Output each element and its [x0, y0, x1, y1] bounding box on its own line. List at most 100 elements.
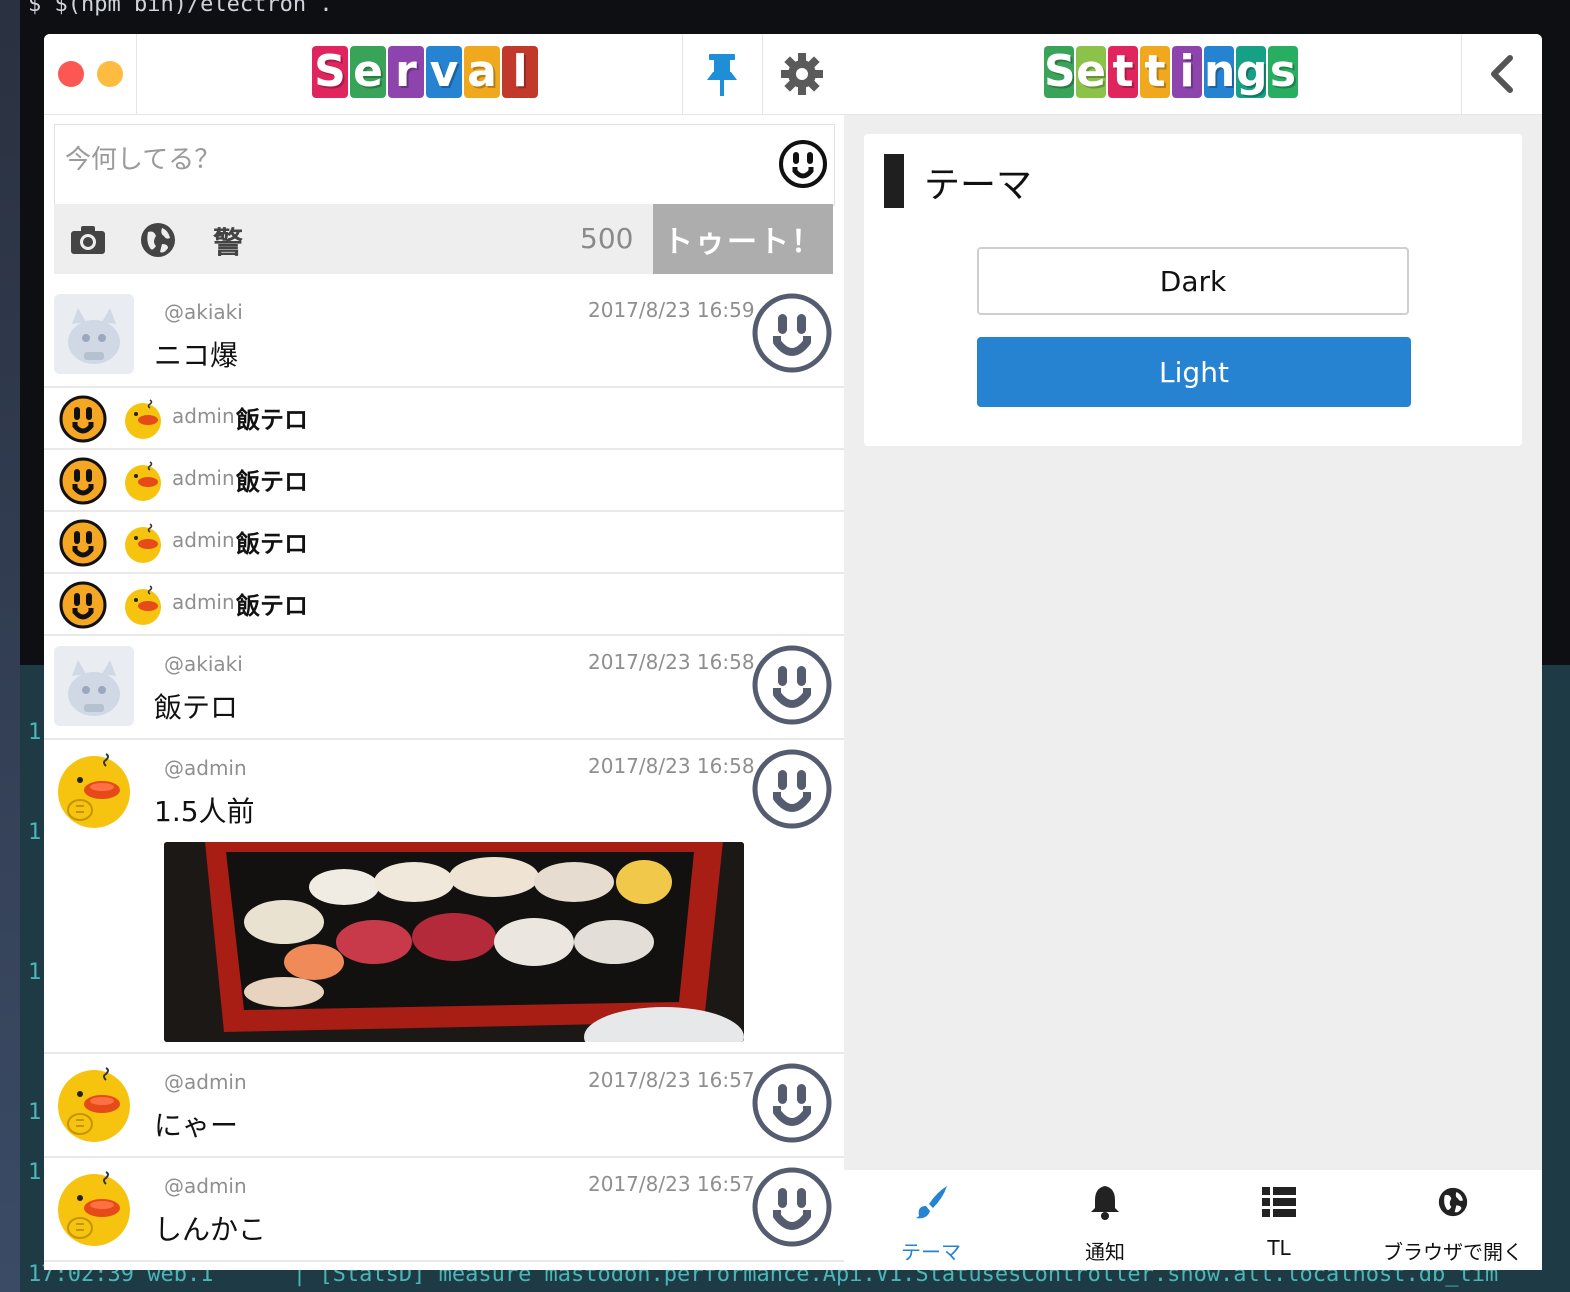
notification-user[interactable]: admin	[172, 404, 235, 428]
status-account[interactable]: @akiaki	[164, 652, 243, 676]
tab-open-browser[interactable]: ブラウザで開く	[1366, 1170, 1540, 1270]
globe-icon	[1438, 1187, 1468, 1217]
avatar[interactable]	[54, 646, 134, 726]
tab-tl-label: TL	[1267, 1236, 1291, 1260]
timeline-list: @akiaki 2017/8/23 16:59 ニコ爆 admin 飯テロ admin 飯テ…	[44, 284, 844, 1262]
avatar[interactable]	[122, 460, 164, 502]
favourite-button[interactable]	[751, 292, 833, 374]
app-logo: Serval	[312, 46, 538, 102]
theme-section-title: テーマ	[924, 165, 1033, 206]
status-account[interactable]: @admin	[164, 756, 247, 780]
tab-theme[interactable]: テーマ	[844, 1170, 1018, 1270]
settings-button[interactable]	[762, 34, 842, 114]
status-row[interactable]: @akiaki 2017/8/23 16:59 ニコ爆	[44, 284, 844, 388]
status-timestamp: 2017/8/23 16:59	[588, 298, 755, 322]
theme-card: テーマ Dark Light	[864, 134, 1522, 446]
app-window: Serval 今何してる？ 警 500 トゥート！ @akiaki 2017/8…	[44, 34, 1542, 1270]
theme-dark-button[interactable]: Dark	[977, 247, 1409, 315]
status-row[interactable]: @akiaki 2017/8/23 16:58 飯テロ	[44, 636, 844, 740]
compose-placeholder: 今何してる？	[65, 145, 221, 175]
bell-icon	[1091, 1186, 1119, 1220]
avatar[interactable]	[54, 1064, 134, 1144]
toot-button[interactable]: トゥート！	[653, 204, 833, 274]
avatar[interactable]	[54, 294, 134, 374]
pin-button[interactable]	[682, 34, 762, 114]
notification-text: 飯テロ	[236, 468, 308, 496]
status-row[interactable]: @admin 2017/8/23 16:57 にゃー	[44, 1054, 844, 1158]
favourite-button[interactable]	[751, 1166, 833, 1248]
favourite-icon	[751, 749, 833, 834]
favourite-icon	[751, 293, 833, 378]
favourite-icon	[751, 1063, 833, 1148]
status-content: にゃー	[154, 1109, 239, 1142]
notification-user[interactable]: admin	[172, 528, 235, 552]
status-account[interactable]: @admin	[164, 1174, 247, 1198]
visibility-button[interactable]	[136, 218, 180, 262]
status-content: しんかこ	[154, 1213, 267, 1246]
status-row[interactable]: @admin 2017/8/23 16:58 1.5人前	[44, 740, 844, 1054]
notification-text: 飯テロ	[236, 592, 308, 620]
brush-icon	[915, 1186, 947, 1219]
compose-textarea[interactable]: 今何してる？	[54, 124, 835, 206]
favourite-icon	[751, 1167, 833, 1252]
settings-column: Settings テーマ Dark Light テーマ 通知 TL ブラウザで開…	[844, 34, 1542, 1270]
camera-icon	[71, 226, 105, 254]
theme-light-button[interactable]: Light	[977, 337, 1411, 407]
status-content: 飯テロ	[154, 691, 239, 724]
settings-tab-bar: テーマ 通知 TL ブラウザで開く	[844, 1170, 1542, 1270]
content-warning-button[interactable]: 警	[206, 218, 250, 262]
avatar[interactable]	[122, 522, 164, 564]
timeline-column: Serval 今何してる？ 警 500 トゥート！ @akiaki 2017/8…	[44, 34, 844, 1270]
back-button[interactable]	[1462, 34, 1542, 114]
notification-user[interactable]: admin	[172, 466, 235, 490]
status-timestamp: 2017/8/23 16:57	[588, 1068, 755, 1092]
status-account[interactable]: @akiaki	[164, 300, 243, 324]
favourite-icon	[751, 645, 833, 730]
status-timestamp: 2017/8/23 16:58	[588, 754, 755, 778]
tab-notifications-label: 通知	[1085, 1240, 1125, 1264]
timeline-header: Serval	[44, 34, 844, 115]
favourite-notification-icon	[58, 518, 108, 568]
pin-icon	[707, 54, 737, 96]
favourite-notification-icon	[58, 580, 108, 630]
notification-row[interactable]: admin 飯テロ	[44, 512, 844, 574]
tab-notifications[interactable]: 通知	[1018, 1170, 1192, 1270]
avatar[interactable]	[54, 750, 134, 830]
favourite-button[interactable]	[751, 644, 833, 726]
tab-tl[interactable]: TL	[1192, 1170, 1366, 1270]
notification-row[interactable]: admin 飯テロ	[44, 574, 844, 636]
favourite-button[interactable]	[751, 748, 833, 830]
notification-text: 飯テロ	[236, 530, 308, 558]
emoji-picker-icon[interactable]	[778, 139, 828, 189]
chevron-left-icon	[1491, 55, 1513, 93]
close-window-button[interactable]	[58, 61, 84, 87]
warning-kanji-icon: 警	[213, 226, 243, 261]
terminal-line: $ $(npm bin)/electron .	[28, 0, 333, 17]
media-attachment[interactable]	[164, 842, 744, 1042]
favourite-notification-icon	[58, 456, 108, 506]
attach-media-button[interactable]	[66, 218, 110, 262]
desktop-edge	[0, 0, 20, 1292]
section-marker	[884, 154, 904, 208]
compose-toolbar: 警 500 トゥート！	[54, 204, 833, 274]
settings-logo: Settings	[1044, 46, 1298, 98]
notification-user[interactable]: admin	[172, 590, 235, 614]
minimize-window-button[interactable]	[97, 61, 123, 87]
list-icon	[1262, 1187, 1296, 1217]
status-row[interactable]: @admin 2017/8/23 16:57 しんかこ	[44, 1158, 844, 1262]
status-content: ニコ爆	[154, 339, 239, 372]
settings-header: Settings	[844, 34, 1542, 115]
globe-icon	[141, 223, 175, 257]
avatar[interactable]	[122, 398, 164, 440]
notification-row[interactable]: admin 飯テロ	[44, 450, 844, 512]
avatar[interactable]	[122, 584, 164, 626]
avatar[interactable]	[54, 1168, 134, 1248]
favourite-notification-icon	[58, 394, 108, 444]
favourite-button[interactable]	[751, 1062, 833, 1144]
notification-text: 飯テロ	[236, 406, 308, 434]
char-counter: 500	[580, 222, 634, 255]
status-account[interactable]: @admin	[164, 1070, 247, 1094]
status-timestamp: 2017/8/23 16:57	[588, 1172, 755, 1196]
notification-row[interactable]: admin 飯テロ	[44, 388, 844, 450]
tab-open-browser-label: ブラウザで開く	[1383, 1240, 1523, 1264]
